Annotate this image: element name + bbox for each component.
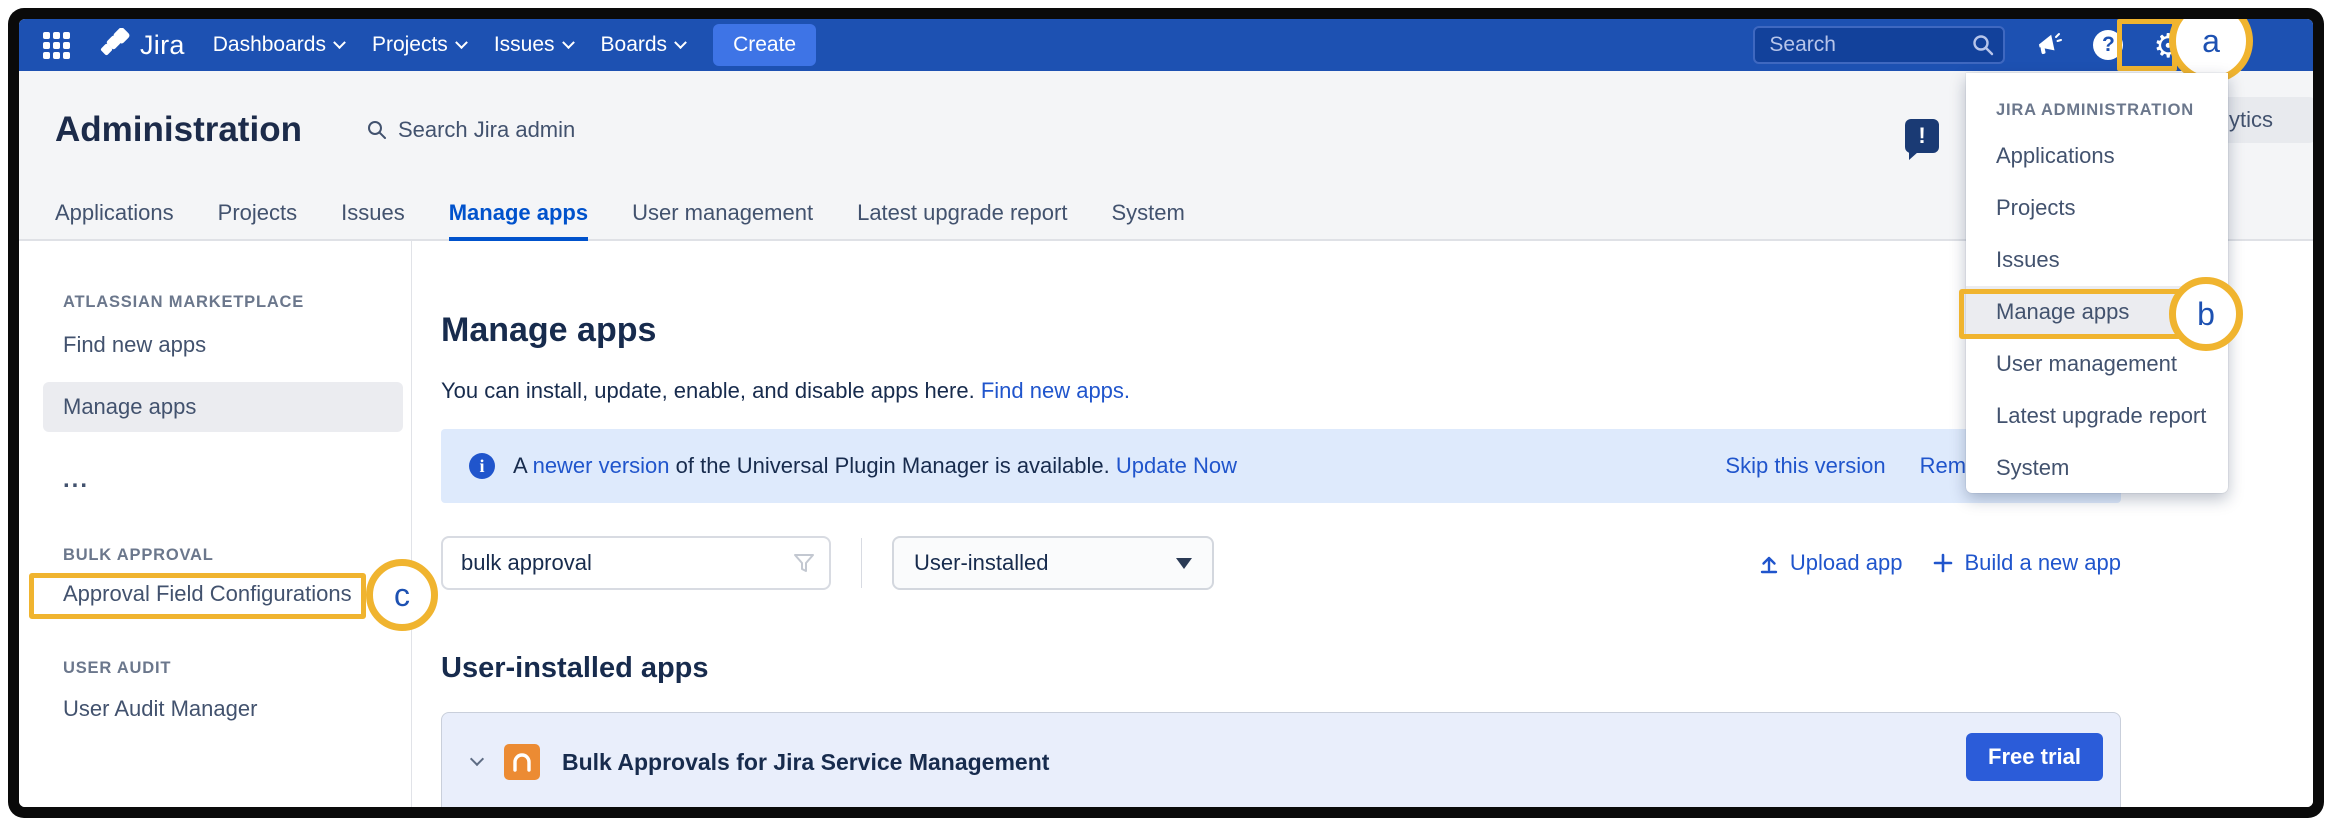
annotation-callout-c: c (366, 559, 438, 631)
menu-item-projects[interactable]: Projects (1966, 182, 2228, 234)
filter-actions: Upload app Build a new app (1758, 550, 2121, 576)
screenshot-frame: Jira Dashboards Projects Issues Boards C… (8, 8, 2324, 818)
sidebar: ATLASSIAN MARKETPLACE Find new apps Mana… (19, 241, 412, 807)
banner-text: A newer version of the Universal Plugin … (513, 453, 1237, 479)
jira-logo-text: Jira (140, 30, 185, 61)
upload-app-link[interactable]: Upload app (1758, 550, 1903, 576)
nav-dashboards[interactable]: Dashboards (213, 33, 344, 57)
free-trial-button[interactable]: Free trial (1966, 733, 2103, 781)
menu-item-system[interactable]: System (1966, 442, 2228, 494)
tab-latest-upgrade-report[interactable]: Latest upgrade report (857, 189, 1067, 241)
sidebar-section-bulk-approval: BULK APPROVAL (19, 546, 411, 565)
app-title: Bulk Approvals for Jira Service Manageme… (562, 749, 1049, 776)
nav-right-cluster: ? ⚙ (1753, 26, 2183, 64)
section-heading: User-installed apps (441, 652, 2121, 685)
upgrade-banner: i A newer version of the Universal Plugi… (441, 429, 2121, 503)
update-now-link[interactable]: Update Now (1116, 453, 1237, 478)
search-icon (1971, 33, 1995, 57)
app-row[interactable]: Bulk Approvals for Jira Service Manageme… (441, 712, 2121, 807)
filter-icon (793, 552, 815, 574)
tab-system[interactable]: System (1111, 189, 1184, 241)
jira-window: Jira Dashboards Projects Issues Boards C… (19, 19, 2313, 807)
app-category-select[interactable]: User-installed (892, 536, 1214, 590)
select-arrow-icon (1176, 558, 1192, 569)
chevron-down-icon (455, 36, 468, 49)
announcements-icon[interactable] (2035, 31, 2063, 59)
admin-search[interactable]: Search Jira admin (366, 117, 575, 143)
divider (861, 538, 862, 588)
chevron-down-icon (562, 36, 575, 49)
filter-row: User-installed Upload app (441, 536, 2121, 590)
app-filter (441, 536, 831, 590)
tab-issues[interactable]: Issues (341, 189, 405, 241)
app-switcher-icon[interactable] (43, 32, 70, 59)
global-search (1753, 26, 2005, 64)
main-description: You can install, update, enable, and dis… (441, 378, 2121, 404)
feedback-icon[interactable]: ! (1905, 119, 1939, 153)
menu-item-issues[interactable]: Issues (1966, 234, 2228, 286)
sidebar-item-approval-field-configurations[interactable]: Approval Field Configurations (19, 569, 411, 619)
admin-search-icon (366, 119, 388, 141)
jira-logo[interactable]: Jira (98, 28, 185, 62)
skip-this-version-link[interactable]: Skip this version (1725, 453, 1885, 479)
expand-chevron-icon[interactable] (470, 752, 484, 766)
app-logo-icon (504, 744, 540, 780)
menu-item-latest-upgrade-report[interactable]: Latest upgrade report (1966, 390, 2228, 442)
find-new-apps-link[interactable]: Find new apps. (981, 378, 1130, 403)
build-new-app-link[interactable]: Build a new app (1932, 550, 2121, 576)
global-search-input[interactable] (1753, 26, 2005, 64)
create-button[interactable]: Create (713, 24, 816, 66)
newer-version-link[interactable]: newer version (533, 453, 670, 478)
tab-user-management[interactable]: User management (632, 189, 813, 241)
sidebar-section-marketplace: ATLASSIAN MARKETPLACE (19, 293, 411, 312)
sidebar-overflow[interactable]: ... (19, 432, 411, 494)
help-icon[interactable]: ? (2093, 30, 2123, 60)
top-navigation-bar: Jira Dashboards Projects Issues Boards C… (19, 19, 2313, 71)
sidebar-item-manage-apps[interactable]: Manage apps (43, 382, 403, 432)
nav-boards[interactable]: Boards (601, 33, 686, 57)
upload-icon (1758, 552, 1780, 574)
tab-manage-apps[interactable]: Manage apps (449, 189, 588, 241)
tab-projects[interactable]: Projects (218, 189, 297, 241)
tab-applications[interactable]: Applications (55, 189, 174, 241)
nav-issues[interactable]: Issues (494, 33, 573, 57)
menu-item-applications[interactable]: Applications (1966, 130, 2228, 182)
sidebar-section-user-audit: USER AUDIT (19, 659, 411, 678)
nav-projects[interactable]: Projects (372, 33, 466, 57)
main-heading: Manage apps (441, 311, 2121, 350)
info-icon: i (469, 453, 495, 479)
jira-logo-icon (98, 28, 132, 62)
sidebar-item-user-audit-manager[interactable]: User Audit Manager (19, 684, 411, 734)
page-title: Administration (55, 110, 302, 150)
chevron-down-icon (333, 36, 346, 49)
plus-icon (1932, 552, 1954, 574)
chevron-down-icon (674, 36, 687, 49)
menu-header: JIRA ADMINISTRATION (1966, 101, 2228, 130)
annotation-callout-b: b (2169, 277, 2243, 351)
app-filter-input[interactable] (441, 536, 831, 590)
sidebar-item-find-new-apps[interactable]: Find new apps (19, 320, 411, 370)
